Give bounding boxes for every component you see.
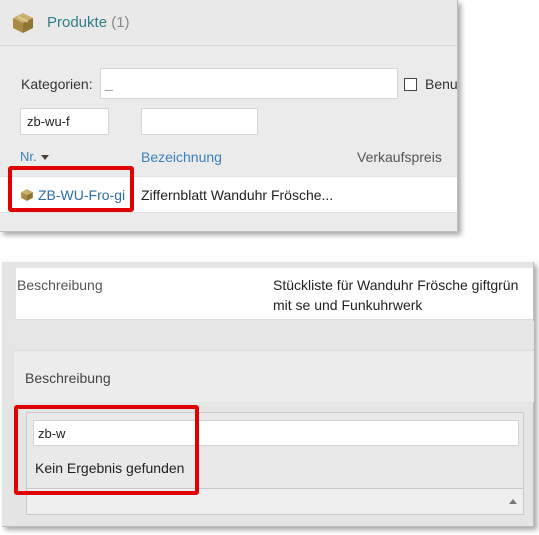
benu-checkbox-label: Benu	[425, 76, 458, 92]
package-box-icon	[11, 11, 35, 35]
column-header-bezeichnung[interactable]: Bezeichnung	[141, 149, 222, 165]
products-header: Produkte (1)	[0, 0, 457, 46]
bezeichnung-filter-input[interactable]	[141, 108, 258, 135]
result-count: (1)	[111, 14, 130, 31]
section-label: Beschreibung	[25, 370, 111, 386]
column-header-verkaufspreis: Verkaufspreis	[357, 149, 442, 165]
title-text: Produkte	[47, 14, 108, 31]
nr-filter-input[interactable]: zb-wu-f	[20, 108, 109, 135]
categories-label: Kategorien:	[21, 76, 93, 92]
highlight-frame	[8, 166, 134, 212]
description-value: Stückliste für Wanduhr Frösche giftgrün …	[273, 277, 519, 313]
benu-checkbox[interactable]	[404, 78, 417, 91]
product-description: Ziffernblatt Wanduhr Frösche...	[141, 187, 334, 203]
page-title: Produkte (1)	[47, 14, 130, 31]
highlight-frame	[14, 405, 199, 495]
description-label: Beschreibung	[17, 277, 103, 293]
divider-band	[14, 321, 534, 349]
column-nr-label: Nr.	[20, 149, 37, 164]
column-header-nr[interactable]: Nr.	[20, 149, 49, 164]
caret-up-icon	[509, 499, 517, 504]
categories-input[interactable]: _	[100, 68, 398, 99]
caret-down-icon	[40, 155, 49, 161]
